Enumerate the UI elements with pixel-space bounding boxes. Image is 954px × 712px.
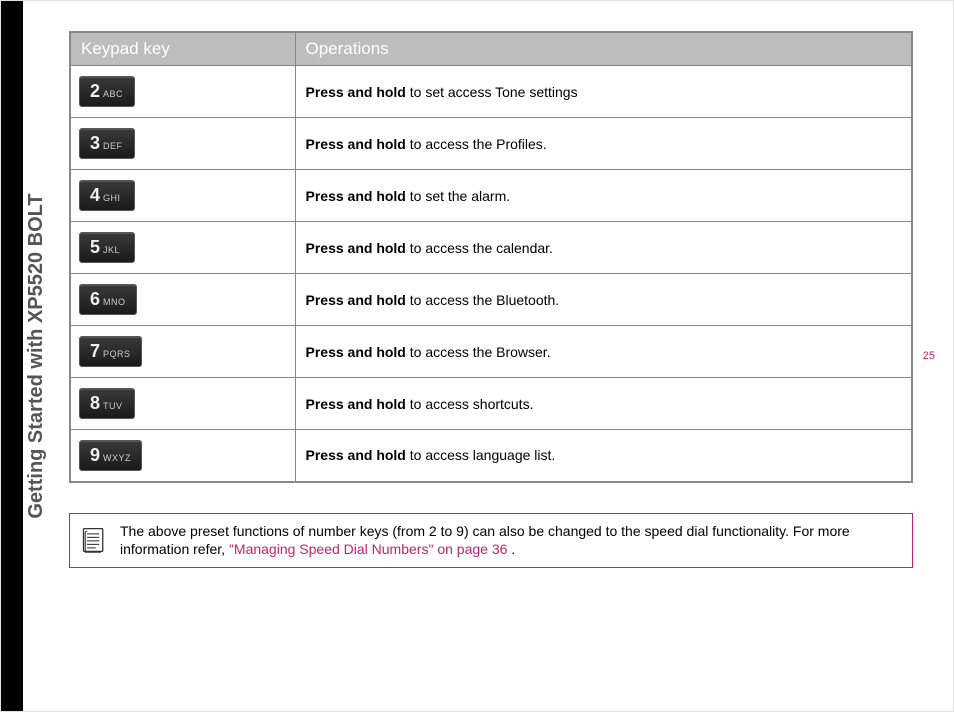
operation-cell: Press and hold to access language list. bbox=[295, 430, 912, 482]
keypad-key-6: 6 MNO bbox=[79, 284, 137, 315]
key-digit: 4 bbox=[90, 185, 100, 206]
key-digit: 9 bbox=[90, 445, 100, 466]
table-row: 3 DEF Press and hold to access the Profi… bbox=[70, 118, 912, 170]
operation-bold: Press and hold bbox=[306, 84, 406, 100]
side-section-label: Getting Started with XP5520 BOLT bbox=[25, 193, 48, 518]
operation-cell: Press and hold to access the Profiles. bbox=[295, 118, 912, 170]
key-letters: MNO bbox=[103, 297, 126, 307]
key-letters: ABC bbox=[103, 89, 123, 99]
table-row: 6 MNO Press and hold to access the Bluet… bbox=[70, 274, 912, 326]
keypad-key-4: 4 GHI bbox=[79, 180, 135, 211]
table-header-operations: Operations bbox=[295, 32, 912, 66]
keypad-key-5: 5 JKL bbox=[79, 232, 135, 263]
table-header-key: Keypad key bbox=[70, 32, 295, 66]
key-letters: JKL bbox=[103, 245, 120, 255]
keypad-key-7: 7 PQRS bbox=[79, 336, 142, 367]
table-row: 7 PQRS Press and hold to access the Brow… bbox=[70, 326, 912, 378]
table-row: 8 TUV Press and hold to access shortcuts… bbox=[70, 378, 912, 430]
operation-cell: Press and hold to access the Browser. bbox=[295, 326, 912, 378]
operation-cell: Press and hold to access the Bluetooth. bbox=[295, 274, 912, 326]
operation-bold: Press and hold bbox=[306, 292, 406, 308]
key-letters: TUV bbox=[103, 401, 123, 411]
key-digit: 3 bbox=[90, 133, 100, 154]
keypad-key-8: 8 TUV bbox=[79, 388, 135, 419]
operation-bold: Press and hold bbox=[306, 240, 406, 256]
operation-bold: Press and hold bbox=[306, 136, 406, 152]
operation-rest: to access the Profiles. bbox=[406, 136, 547, 152]
keypad-key-3: 3 DEF bbox=[79, 128, 135, 159]
operation-rest: to access the Browser. bbox=[406, 344, 551, 360]
operation-bold: Press and hold bbox=[306, 188, 406, 204]
key-digit: 5 bbox=[90, 237, 100, 258]
operation-rest: to set access Tone settings bbox=[406, 84, 578, 100]
operation-bold: Press and hold bbox=[306, 447, 406, 463]
operation-bold: Press and hold bbox=[306, 396, 406, 412]
table-row: 2 ABC Press and hold to set access Tone … bbox=[70, 66, 912, 118]
operation-cell: Press and hold to set access Tone settin… bbox=[295, 66, 912, 118]
key-letters: DEF bbox=[103, 141, 123, 151]
key-letters: PQRS bbox=[103, 349, 131, 359]
keypad-operations-table: Keypad key Operations 2 ABC Press and ho… bbox=[69, 31, 913, 483]
operation-rest: to access language list. bbox=[406, 447, 555, 463]
note-post: . bbox=[507, 541, 515, 557]
note-icon bbox=[80, 526, 108, 554]
key-digit: 8 bbox=[90, 393, 100, 414]
note-link[interactable]: "Managing Speed Dial Numbers" on page 36 bbox=[229, 541, 507, 557]
main-content: Keypad key Operations 2 ABC Press and ho… bbox=[69, 1, 913, 568]
keypad-key-2: 2 ABC bbox=[79, 76, 135, 107]
operation-rest: to access shortcuts. bbox=[406, 396, 534, 412]
left-black-bar bbox=[1, 1, 23, 711]
operation-cell: Press and hold to access the calendar. bbox=[295, 222, 912, 274]
operation-cell: Press and hold to set the alarm. bbox=[295, 170, 912, 222]
key-digit: 7 bbox=[90, 341, 100, 362]
table-row: 5 JKL Press and hold to access the calen… bbox=[70, 222, 912, 274]
operation-rest: to access the Bluetooth. bbox=[406, 292, 559, 308]
keypad-key-9: 9 WXYZ bbox=[79, 440, 142, 471]
key-digit: 6 bbox=[90, 289, 100, 310]
operation-cell: Press and hold to access shortcuts. bbox=[295, 378, 912, 430]
key-letters: GHI bbox=[103, 193, 121, 203]
table-row: 9 WXYZ Press and hold to access language… bbox=[70, 430, 912, 482]
page-number: 25 bbox=[923, 350, 935, 362]
note-text: The above preset functions of number key… bbox=[120, 522, 902, 560]
key-letters: WXYZ bbox=[103, 453, 131, 463]
key-digit: 2 bbox=[90, 81, 100, 102]
operation-bold: Press and hold bbox=[306, 344, 406, 360]
operation-rest: to set the alarm. bbox=[406, 188, 510, 204]
operation-rest: to access the calendar. bbox=[406, 240, 553, 256]
note-box: The above preset functions of number key… bbox=[69, 513, 913, 569]
table-row: 4 GHI Press and hold to set the alarm. bbox=[70, 170, 912, 222]
